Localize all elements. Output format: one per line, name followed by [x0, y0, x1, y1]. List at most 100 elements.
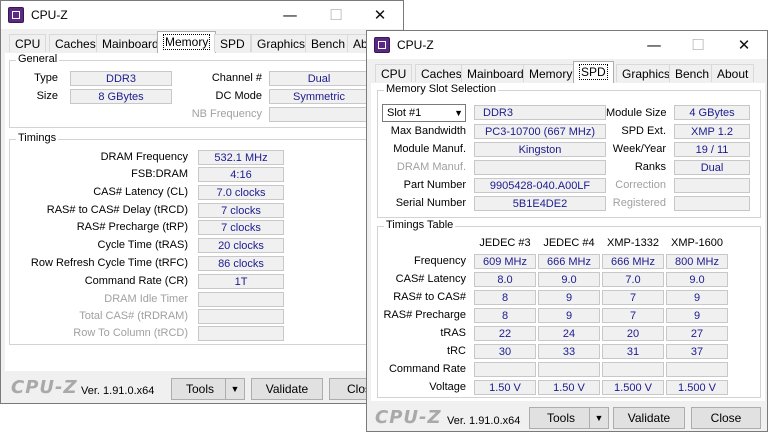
- tab-spd[interactable]: SPD: [214, 34, 251, 52]
- ranks-value: Dual: [674, 160, 750, 175]
- tab-memory-label: Memory: [163, 34, 211, 50]
- timing-cell: 31: [602, 344, 664, 359]
- max-bandwidth-value: PC3-10700 (667 MHz): [474, 124, 606, 139]
- tab-bench[interactable]: Bench: [669, 64, 716, 82]
- timing-cell: 7: [602, 308, 664, 323]
- maximize-button: ☐: [329, 6, 343, 24]
- timing-cell: 9: [666, 290, 728, 305]
- window-title: CPU-Z: [397, 38, 434, 52]
- timing-label: Row Refresh Cycle Time (tRFC): [30, 257, 188, 269]
- tab-caches[interactable]: Caches: [49, 34, 102, 52]
- maximize-button: ☐: [691, 36, 705, 54]
- registered-value: [674, 196, 750, 211]
- general-group-label: General: [16, 53, 60, 65]
- timings-group: Timings DRAM Frequency 532.1 MHz FSB:DRA…: [9, 132, 397, 345]
- type-label: Type: [34, 72, 58, 84]
- timing-cell: 1.50 V: [538, 380, 600, 395]
- timing-cell: 33: [538, 344, 600, 359]
- tab-about[interactable]: About: [711, 64, 755, 82]
- title-bar[interactable]: CPU-Z — ☐ ✕: [367, 31, 767, 59]
- close-window-button[interactable]: ✕: [357, 1, 403, 29]
- module-manuf-label: Module Manuf.: [393, 143, 466, 155]
- cpuz-memory-window: CPU-Z — ☐ ✕ CPU Caches Mainboard Memory …: [0, 0, 404, 404]
- timing-label: DRAM Frequency: [100, 151, 188, 163]
- window-title: CPU-Z: [31, 8, 68, 22]
- close-button[interactable]: Close: [691, 407, 761, 429]
- cpuz-logo: CPU-Z: [375, 407, 442, 428]
- cpuz-logo: CPU-Z: [11, 377, 78, 398]
- module-manuf-value: Kingston: [474, 142, 606, 157]
- type-value: DDR3: [70, 71, 172, 86]
- minimize-button[interactable]: —: [631, 31, 677, 59]
- tab-cpu[interactable]: CPU: [375, 64, 413, 82]
- timing-cell: 24: [538, 326, 600, 341]
- tab-cpu[interactable]: CPU: [9, 34, 47, 52]
- title-bar[interactable]: CPU-Z — ☐ ✕: [1, 1, 403, 29]
- timing-row-label: RAS# Precharge: [383, 309, 466, 321]
- timing-cell: 9.0: [666, 272, 728, 287]
- timing-label: RAS# Precharge (tRP): [76, 221, 188, 233]
- validate-button[interactable]: Validate: [613, 407, 685, 429]
- timing-row-label: Command Rate: [388, 363, 466, 375]
- dcmode-label: DC Mode: [215, 90, 262, 102]
- close-window-button[interactable]: ✕: [721, 31, 767, 59]
- timing-cell: 7.0: [602, 272, 664, 287]
- timing-row-label: Voltage: [429, 381, 466, 393]
- memory-slot-group-label: Memory Slot Selection: [384, 83, 499, 95]
- timing-value: [198, 326, 284, 341]
- week-year-label: Week/Year: [612, 143, 666, 155]
- max-bandwidth-label: Max Bandwidth: [390, 125, 466, 137]
- tools-button[interactable]: Tools ▼: [171, 378, 245, 400]
- memory-type-value: DDR3: [474, 105, 606, 120]
- timing-value: 86 clocks: [198, 256, 284, 271]
- timing-label: Total CAS# (tRDRAM): [79, 310, 188, 322]
- serial-number-label: Serial Number: [395, 197, 466, 209]
- timing-cell: 1.500 V: [602, 380, 664, 395]
- chevron-down-icon: ▼: [454, 108, 463, 118]
- timing-value: 532.1 MHz: [198, 150, 284, 165]
- tab-memory[interactable]: Memory: [523, 64, 579, 82]
- timing-label: Command Rate (CR): [84, 275, 188, 287]
- timing-value: [198, 309, 284, 324]
- timing-cell: 30: [474, 344, 536, 359]
- tab-caches[interactable]: Caches: [415, 64, 468, 82]
- tab-mainboard[interactable]: Mainboard: [96, 34, 165, 52]
- dropdown-arrow-icon[interactable]: ▼: [225, 379, 244, 399]
- tools-button-label: Tools: [185, 382, 214, 396]
- timing-cell: 1.50 V: [474, 380, 536, 395]
- timing-value: [198, 292, 284, 307]
- timing-value: 4:16: [198, 167, 284, 182]
- week-year-value: 19 / 11: [674, 142, 750, 157]
- tab-spd[interactable]: SPD: [573, 61, 614, 84]
- column-header: XMP-1332: [607, 237, 659, 249]
- validate-button[interactable]: Validate: [251, 378, 323, 400]
- timing-cell: 27: [666, 326, 728, 341]
- minimize-button[interactable]: —: [267, 1, 313, 29]
- cpuz-app-icon: [8, 7, 24, 23]
- timing-cell: 8: [474, 308, 536, 323]
- timing-row-label: Frequency: [414, 255, 466, 267]
- timing-cell: 8.0: [474, 272, 536, 287]
- tab-graphics[interactable]: Graphics: [251, 34, 312, 52]
- tab-memory[interactable]: Memory: [157, 31, 217, 54]
- channel-label: Channel #: [211, 72, 262, 84]
- timing-cell: 9: [538, 290, 600, 305]
- tools-button-label: Tools: [546, 411, 575, 425]
- dropdown-arrow-icon[interactable]: ▼: [589, 408, 608, 428]
- part-number-value: 9905428-040.A00LF: [474, 178, 606, 193]
- tab-mainboard[interactable]: Mainboard: [461, 64, 530, 82]
- nbfreq-value: [269, 107, 369, 122]
- column-header: XMP-1600: [671, 237, 723, 249]
- timing-cell: [666, 362, 728, 377]
- slot-select[interactable]: Slot #1 ▼: [382, 104, 466, 122]
- size-value: 8 GBytes: [70, 89, 172, 104]
- column-header: JEDEC #4: [543, 237, 595, 249]
- tools-button[interactable]: Tools ▼: [529, 407, 609, 429]
- cpuz-spd-window: CPU-Z — ☐ ✕ CPU Caches Mainboard Memory …: [366, 30, 768, 432]
- tab-bench[interactable]: Bench: [305, 34, 352, 52]
- timing-label: DRAM Idle Timer: [104, 293, 188, 305]
- timing-cell: 8: [474, 290, 536, 305]
- channel-value: Dual: [269, 71, 369, 86]
- tab-graphics[interactable]: Graphics: [616, 64, 677, 82]
- tab-bar: CPU Caches Mainboard Memory SPD Graphics…: [371, 61, 763, 84]
